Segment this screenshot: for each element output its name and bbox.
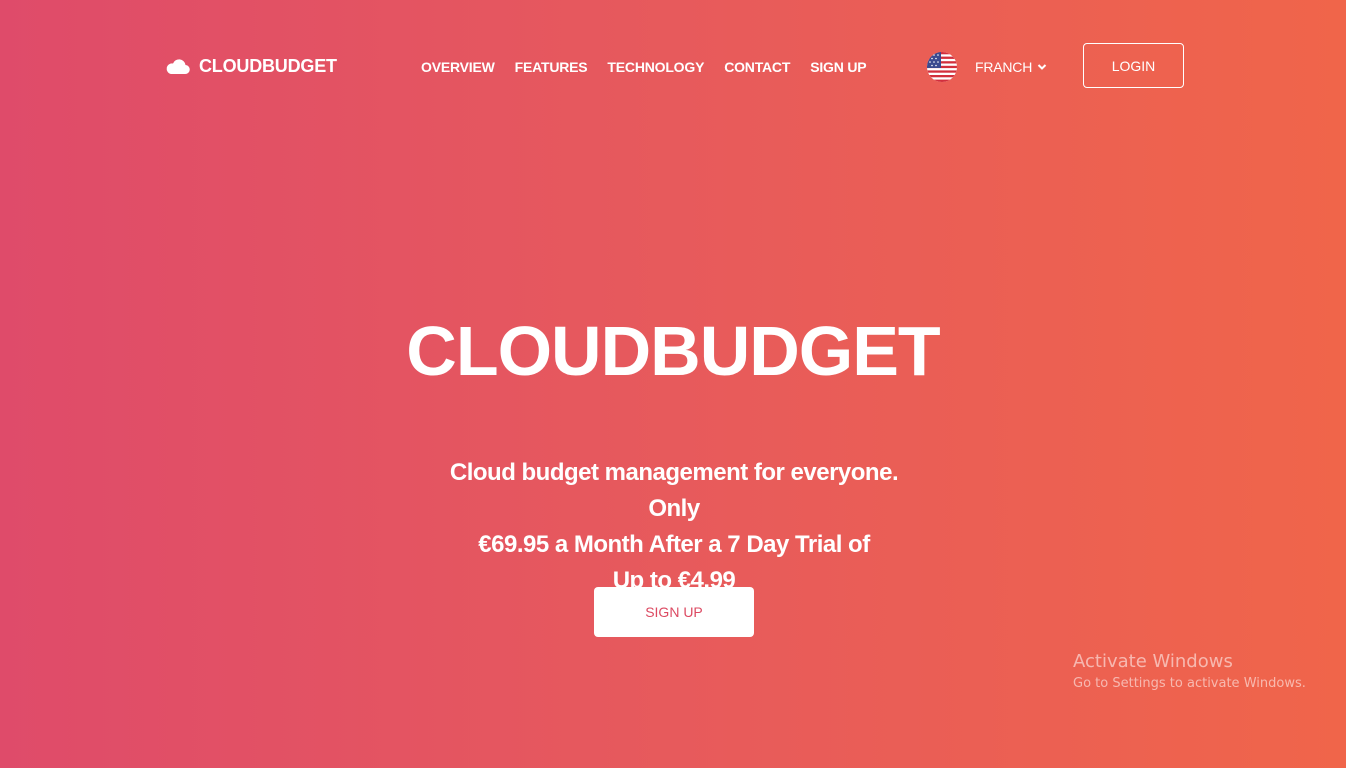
hero-subtitle-line: Cloud budget management for everyone. On…	[449, 459, 899, 522]
hero-title: CLOUDBUDGET	[406, 312, 940, 390]
nav-contact[interactable]: CONTACT	[724, 57, 790, 77]
hero-subtitle: Cloud budget management for everyone. On…	[423, 455, 925, 599]
hero-sign-up-button[interactable]: SIGN UP	[594, 587, 754, 637]
brand-name: CLOUDBUDGET	[199, 56, 337, 76]
cloud-icon	[165, 57, 190, 75]
nav-sign-up[interactable]: SIGN UP	[810, 57, 866, 77]
hero-subtitle-line: €69.95 a Month After a 7 Day Trial of	[478, 531, 870, 558]
main-nav: OVERVIEW FEATURES TECHNOLOGY CONTACT SIG…	[421, 57, 867, 77]
top-navbar: CLOUDBUDGET OVERVIEW FEATURES TECHNOLOGY…	[0, 0, 1346, 132]
nav-overview[interactable]: OVERVIEW	[421, 57, 495, 77]
nav-features[interactable]: FEATURES	[515, 57, 588, 77]
chevron-down-icon	[1037, 58, 1047, 76]
watermark-subtitle: Go to Settings to activate Windows.	[1073, 676, 1306, 691]
watermark-title: Activate Windows	[1073, 651, 1233, 672]
us-flag-icon	[927, 52, 957, 82]
brand-logo-link[interactable]: CLOUDBUDGET	[165, 52, 337, 80]
language-label: FRANCH	[975, 59, 1033, 75]
login-button[interactable]: LOGIN	[1083, 43, 1184, 88]
windows-activation-watermark: Activate Windows Go to Settings to activ…	[1073, 651, 1306, 695]
nav-technology[interactable]: TECHNOLOGY	[607, 57, 704, 77]
language-selector[interactable]: FRANCH	[927, 52, 1047, 82]
